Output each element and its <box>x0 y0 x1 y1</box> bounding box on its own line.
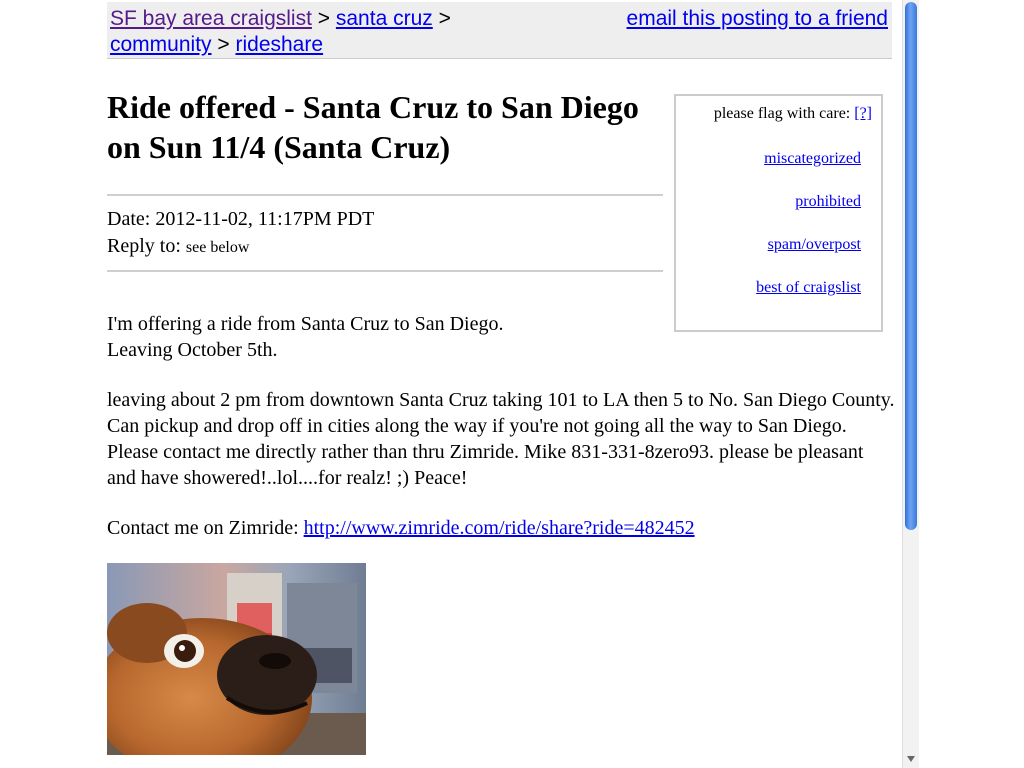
intro-paragraph: I'm offering a ride from Santa Cruz to S… <box>107 311 897 363</box>
email-posting-link[interactable]: email this posting to a friend <box>627 6 888 32</box>
intro-line: I'm offering a ride from Santa Cruz to S… <box>107 313 504 335</box>
dog-photo <box>107 563 366 755</box>
posting-title: Ride offered - Santa Cruz to San Diego o… <box>107 89 639 165</box>
reply-label: Reply to: <box>107 235 181 257</box>
breadcrumb-section-link[interactable]: community <box>110 33 212 56</box>
zimride-link[interactable]: http://www.zimride.com/ride/share?ride=4… <box>304 517 695 539</box>
breadcrumb-site-link[interactable]: SF bay area craigslist <box>110 7 312 30</box>
breadcrumb-separator: > <box>438 7 451 30</box>
breadcrumb-separator: > <box>217 33 230 56</box>
date-value: 2012-11-02, 11:17PM PDT <box>155 208 375 230</box>
contact-label: Contact me on Zimride: <box>107 517 299 539</box>
flag-header-text: please flag with care: <box>713 105 851 122</box>
contact-paragraph: Contact me on Zimride: http://www.zimrid… <box>107 515 897 541</box>
posting-meta: Date: 2012-11-02, 11:17PM PDT Reply to: … <box>107 206 374 261</box>
divider <box>107 270 663 272</box>
vertical-scrollbar[interactable] <box>902 0 919 768</box>
scroll-down-arrow-icon[interactable] <box>907 756 915 762</box>
flag-spam-link[interactable]: spam/overpost <box>768 236 861 254</box>
breadcrumb-category-link[interactable]: rideshare <box>235 33 323 56</box>
date-label: Date: <box>107 208 151 230</box>
scrollbar-thumb[interactable] <box>905 2 917 530</box>
posting-body: I'm offering a ride from Santa Cruz to S… <box>107 311 897 565</box>
flag-best-of-link[interactable]: best of craigslist <box>756 279 861 297</box>
breadcrumb-separator: > <box>317 7 331 30</box>
breadcrumb: SF bay area craigslist > santa cruz > co… <box>110 6 451 58</box>
flag-prohibited-link[interactable]: prohibited <box>795 193 861 211</box>
dog-photo-image <box>107 563 366 755</box>
flag-miscategorized-link[interactable]: miscategorized <box>764 150 861 168</box>
breadcrumb-area-link[interactable]: santa cruz <box>336 7 433 30</box>
breadcrumb-bar: SF bay area craigslist > santa cruz > co… <box>107 2 892 59</box>
details-paragraph: leaving about 2 pm from downtown Santa C… <box>107 389 895 489</box>
flag-header: please flag with care: [?] <box>714 105 872 123</box>
flag-help-link[interactable]: [?] <box>854 105 872 122</box>
date-row: Date: 2012-11-02, 11:17PM PDT <box>107 206 374 233</box>
reply-row: Reply to: see below <box>107 233 374 261</box>
flag-box: please flag with care: [?] miscategorize… <box>674 94 883 332</box>
divider <box>107 194 663 196</box>
reply-value: see below <box>185 239 250 256</box>
intro-line: Leaving October 5th. <box>107 339 278 361</box>
